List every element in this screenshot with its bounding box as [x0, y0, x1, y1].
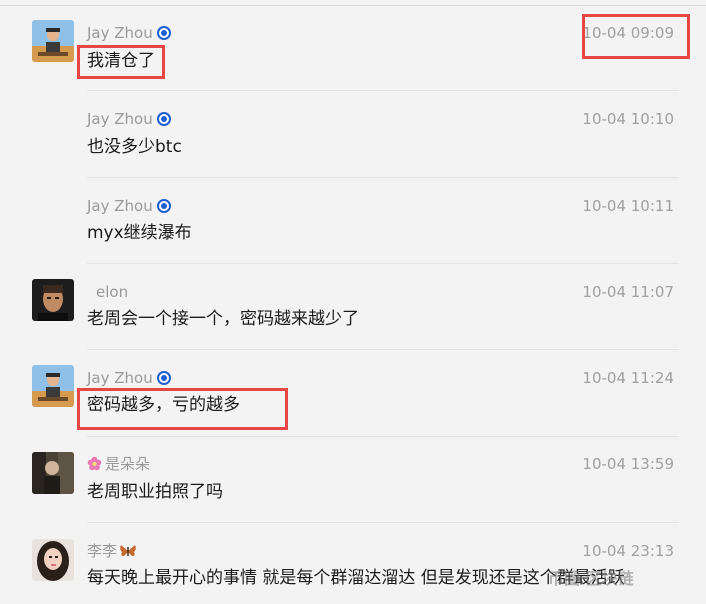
chat-history-panel: Jay Zhou 10-04 09:09 我清仓了 Jay Zhou 10-04… [0, 0, 706, 604]
message-time: 10-04 23:13 [582, 542, 674, 560]
message-divider [87, 436, 679, 437]
butterfly-icon [120, 545, 136, 556]
message-text[interactable]: 老周职业拍照了吗 [87, 480, 223, 504]
avatar-jay-zhou[interactable] [32, 20, 74, 62]
avatar-lili[interactable] [32, 539, 74, 581]
avatar-image [32, 365, 74, 407]
avatar-image [32, 539, 74, 581]
sender-name: 是朵朵 [87, 454, 150, 474]
verified-badge-icon [156, 112, 171, 126]
sender-name: elon [96, 283, 129, 301]
message-text[interactable]: 老周会一个接一个，密码越来越少了 [87, 307, 359, 331]
message-time: 10-04 10:11 [582, 197, 674, 215]
verified-badge-icon [156, 199, 171, 213]
message-time: 10-04 13:59 [582, 455, 674, 473]
highlight-box-time-1 [582, 14, 690, 59]
message-text[interactable]: 每天晚上最开心的事情 就是每个群溜达溜达 但是发现还是这个群最活跃 [87, 566, 625, 590]
verified-badge-icon [156, 371, 171, 385]
sender-name: 李李 [87, 541, 137, 561]
highlight-box-message-5 [77, 388, 288, 430]
avatar-elon[interactable] [32, 279, 74, 321]
verified-badge-icon [156, 26, 171, 40]
sender-name: Jay Zhou [87, 368, 171, 388]
avatar-image [32, 452, 74, 494]
message-divider [87, 177, 679, 178]
avatar-duoduo[interactable] [32, 452, 74, 494]
sender-name: Jay Zhou [87, 196, 171, 216]
flower-icon [87, 456, 102, 471]
top-divider [0, 5, 706, 6]
message-divider [87, 522, 679, 523]
avatar-jay-zhou[interactable] [32, 365, 74, 407]
highlight-box-message-1 [77, 45, 165, 79]
message-divider [87, 349, 679, 350]
message-time: 10-04 11:24 [582, 369, 674, 387]
message-text[interactable]: 也没多少btc [87, 135, 182, 159]
watermark: 币圈 区块链 [548, 569, 634, 588]
message-divider [87, 263, 679, 264]
avatar-image [32, 279, 74, 321]
sender-name: Jay Zhou [87, 23, 171, 43]
message-time: 10-04 10:10 [582, 110, 674, 128]
message-text[interactable]: myx继续瀑布 [87, 221, 192, 245]
message-time: 10-04 11:07 [582, 283, 674, 301]
message-divider [87, 90, 679, 91]
avatar-image [32, 20, 74, 62]
sender-name: Jay Zhou [87, 109, 171, 129]
